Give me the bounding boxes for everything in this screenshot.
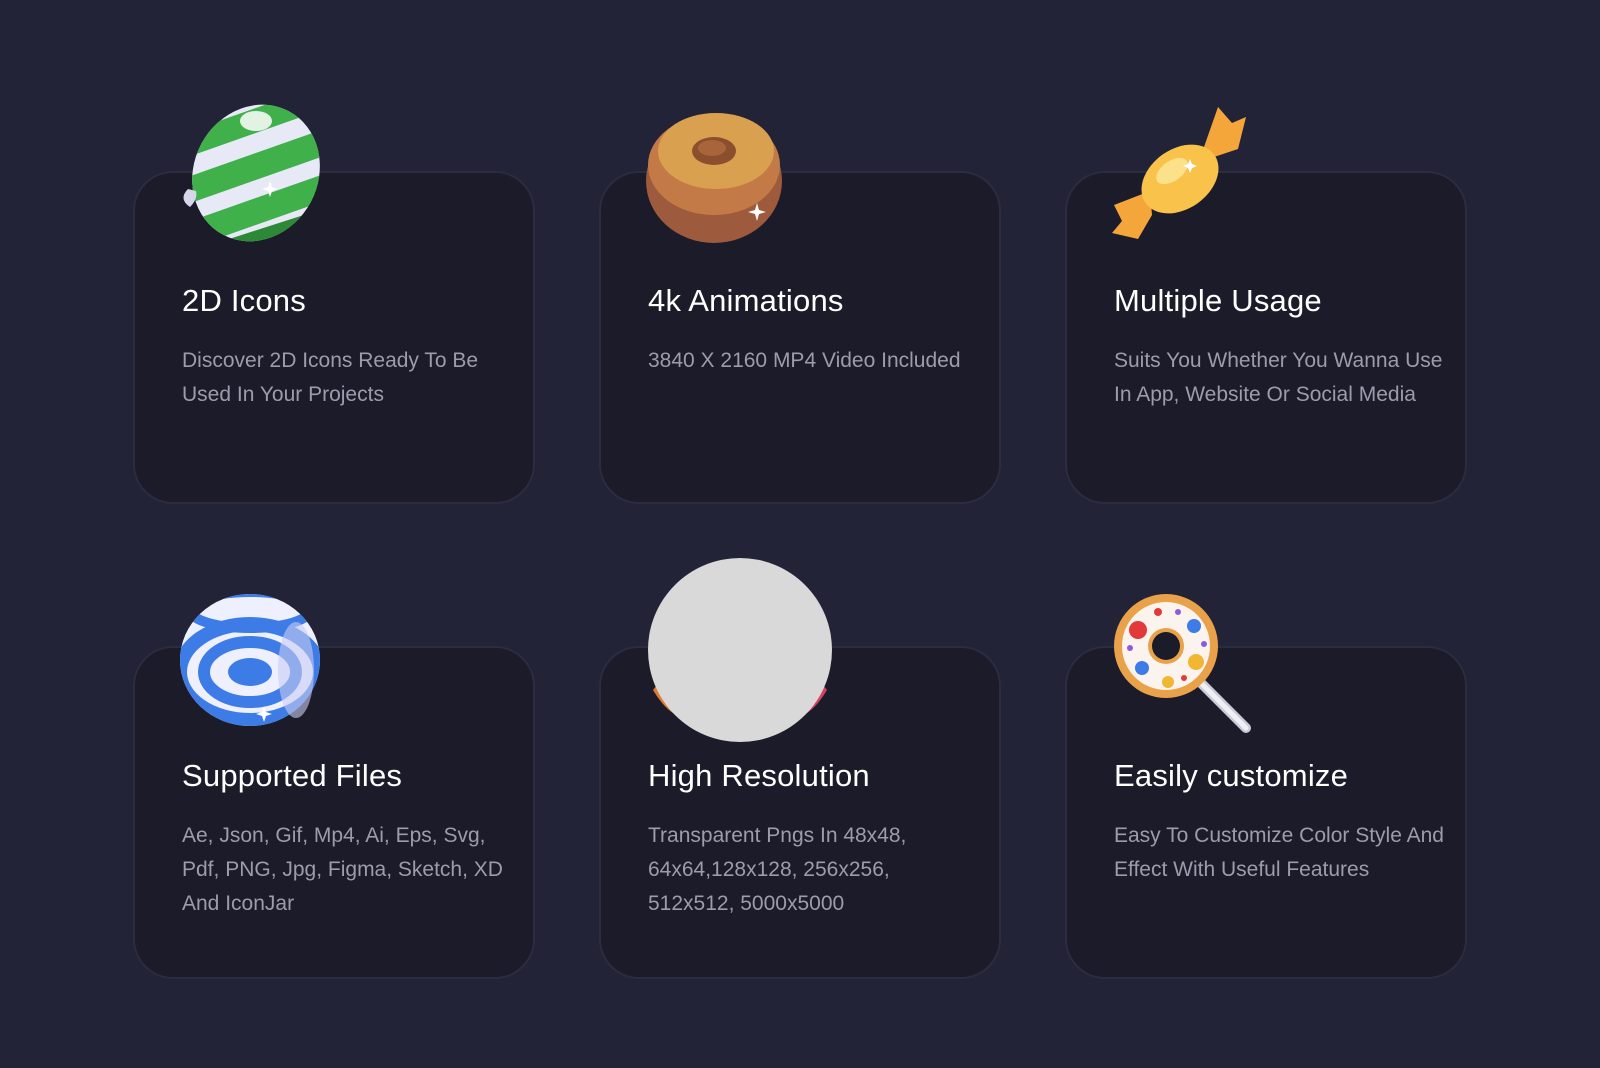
feature-description: Transparent Pngs In 48x48, 64x64,128x128…: [648, 824, 907, 915]
feature-title: 2D Icons: [182, 283, 306, 318]
feature-title: Multiple Usage: [1114, 283, 1322, 318]
feature-description: Suits You Whether You Wanna Use In App, …: [1114, 349, 1443, 406]
donut-lollipop-icon: [1108, 590, 1258, 740]
wrapped-candy-icon: [1108, 103, 1258, 253]
blue-striped-candy-icon: [178, 590, 328, 740]
image-placeholder-icon: [645, 555, 835, 745]
feature-description: 3840 X 2160 MP4 Video Included: [648, 349, 961, 372]
feature-description: Easy To Customize Color Style And Effect…: [1114, 824, 1444, 881]
feature-title: Supported Files: [182, 758, 403, 793]
features-grid: 2D Icons 4k Animations Multiple Usage Su…: [0, 0, 1600, 1068]
feature-title: 4k Animations: [648, 283, 844, 318]
feature-description: Ae, Json, Gif, Mp4, Ai, Eps, Svg, Pdf, P…: [182, 824, 503, 915]
round-chocolate-icon: [642, 103, 792, 253]
feature-title: Easily customize: [1114, 758, 1349, 793]
feature-title: High Resolution: [648, 758, 870, 793]
feature-description: Discover 2D Icons Ready To Be Used In Yo…: [182, 349, 479, 406]
striped-candy-icon: [178, 99, 328, 249]
